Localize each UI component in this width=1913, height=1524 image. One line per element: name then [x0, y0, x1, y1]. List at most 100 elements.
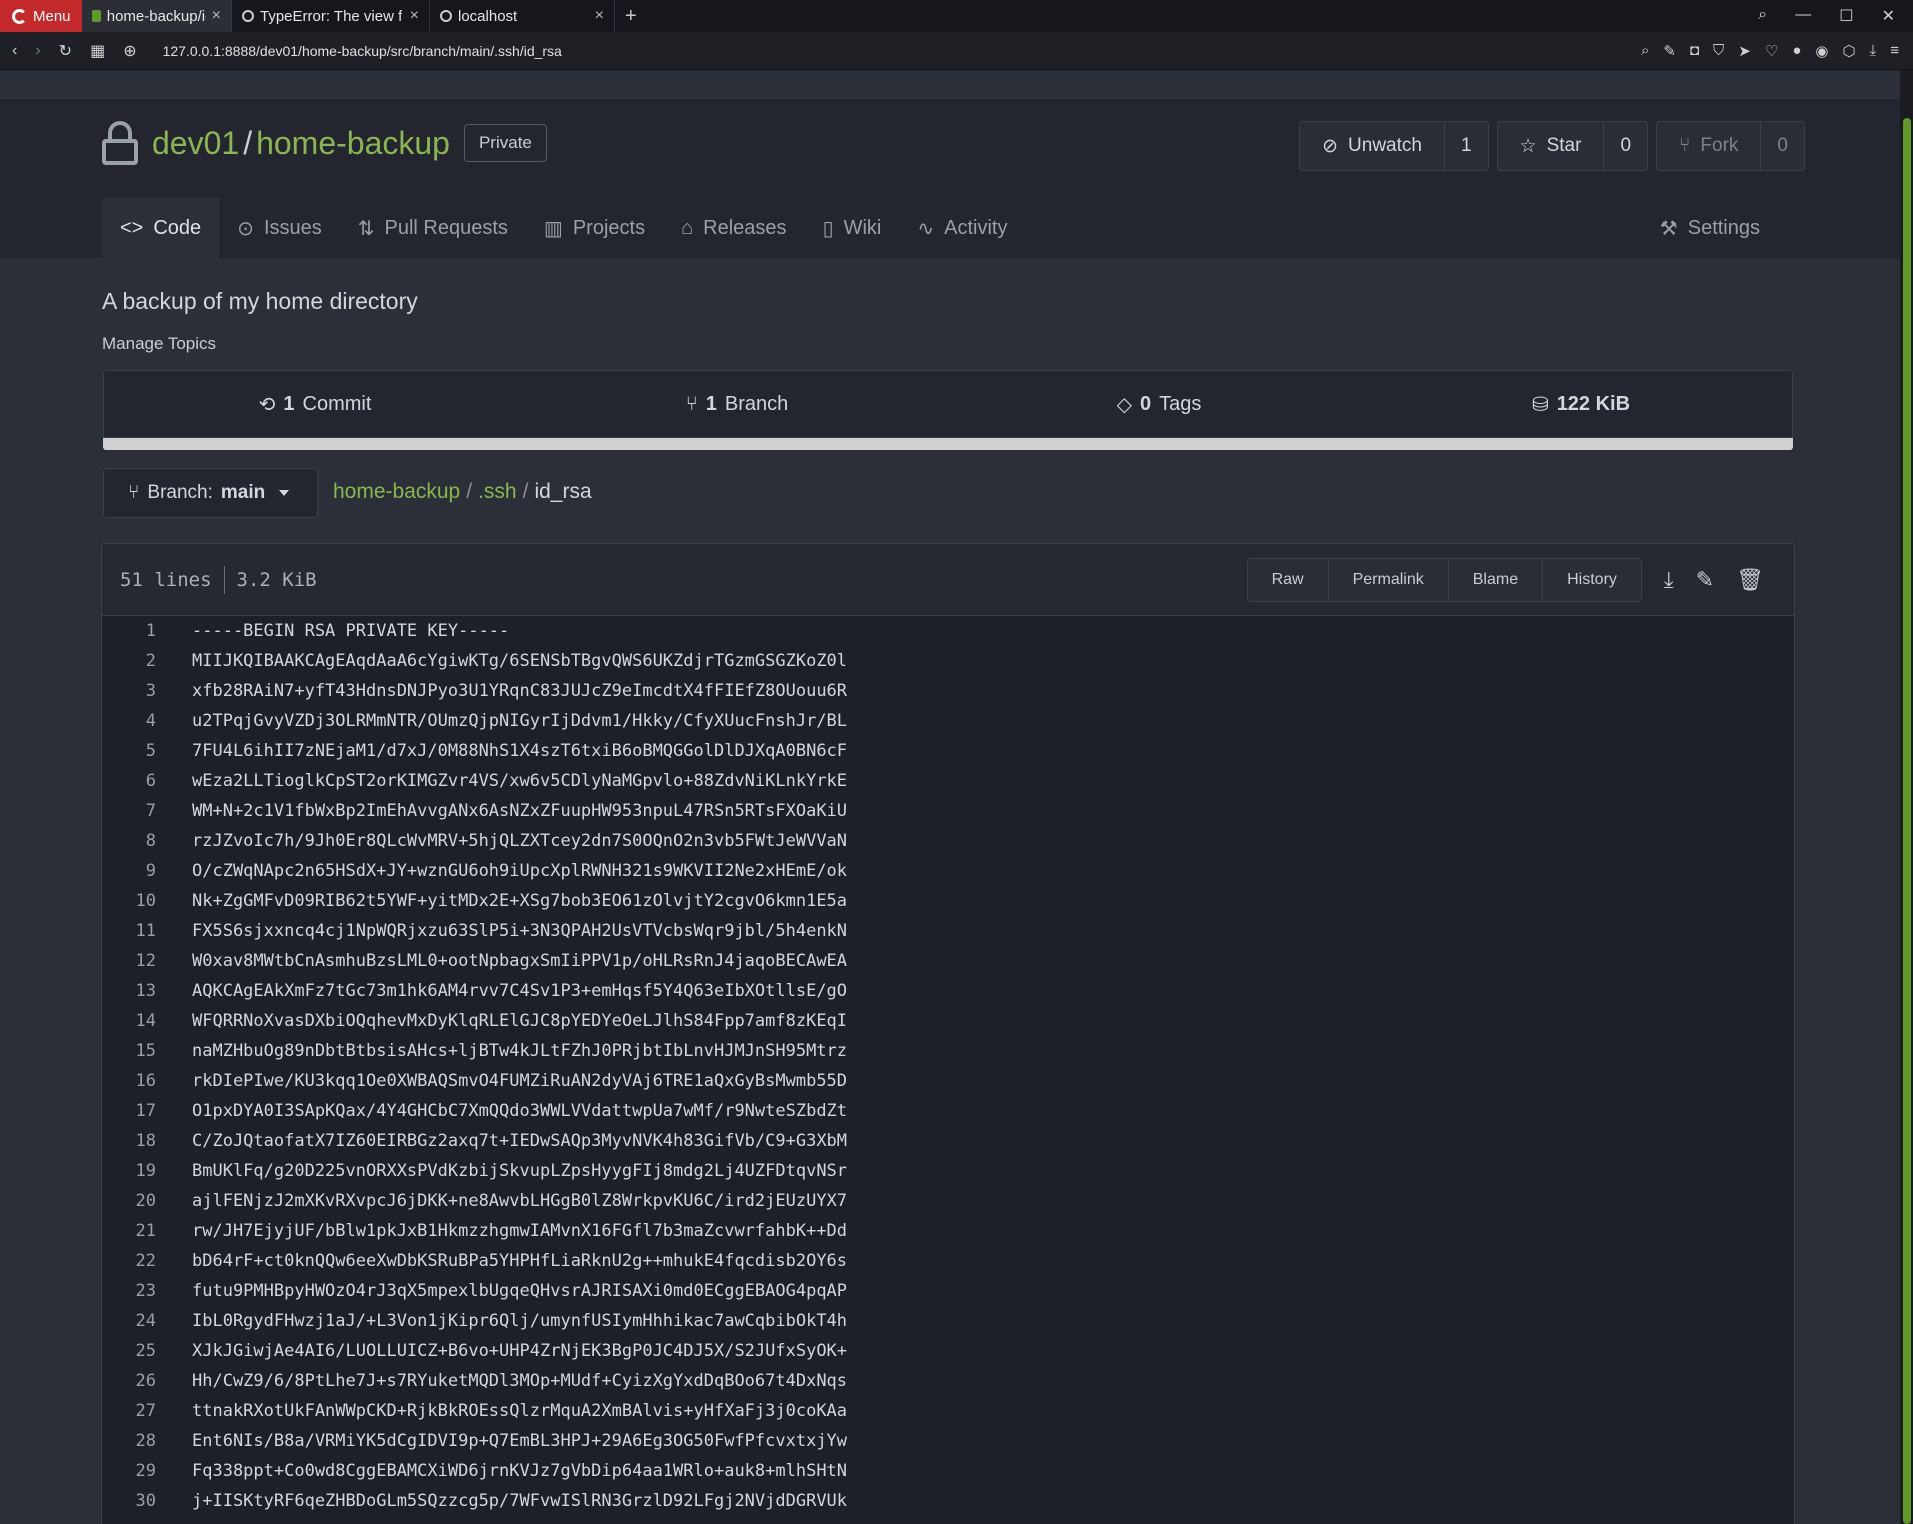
- browser-menu-button[interactable]: Menu: [0, 0, 82, 32]
- star-button[interactable]: ☆ Star: [1498, 122, 1605, 170]
- heart-icon[interactable]: ♡: [1765, 42, 1778, 60]
- line-number[interactable]: 19: [102, 1161, 186, 1181]
- edit-icon[interactable]: ✎: [1663, 42, 1676, 60]
- speed-dial-icon[interactable]: ▦: [90, 41, 105, 61]
- line-number[interactable]: 2: [102, 651, 186, 671]
- line-count: 51 lines: [120, 568, 212, 591]
- line-number[interactable]: 8: [102, 831, 186, 851]
- forward-icon[interactable]: ›: [35, 42, 40, 60]
- close-window-icon[interactable]: ✕: [1882, 6, 1895, 26]
- line-number[interactable]: 14: [102, 1011, 186, 1031]
- url-field[interactable]: 127.0.0.1:8888/dev01/home-backup/src/bra…: [163, 43, 562, 59]
- reload-icon[interactable]: ↻: [59, 41, 72, 61]
- download-icon[interactable]: ⤓: [1664, 567, 1674, 593]
- line-number[interactable]: 6: [102, 771, 186, 791]
- line-number[interactable]: 21: [102, 1221, 186, 1241]
- zoom-icon[interactable]: ⌕: [1641, 42, 1649, 60]
- permalink-button[interactable]: Permalink: [1329, 558, 1449, 601]
- manage-topics-link[interactable]: Manage Topics: [102, 334, 216, 354]
- line-number[interactable]: 18: [102, 1131, 186, 1151]
- line-number[interactable]: 9: [102, 861, 186, 881]
- watchers-count[interactable]: 1: [1445, 122, 1488, 170]
- camera-icon[interactable]: ◘: [1690, 42, 1699, 60]
- tag-icon: ◇: [1116, 393, 1132, 416]
- maximize-icon[interactable]: ☐: [1839, 6, 1853, 26]
- stars-count[interactable]: 0: [1604, 122, 1647, 170]
- repo-owner-link[interactable]: dev01: [152, 125, 239, 161]
- fork-button[interactable]: ⑂ Fork: [1657, 122, 1762, 170]
- breadcrumb-root[interactable]: home-backup: [333, 480, 460, 503]
- line-number[interactable]: 27: [102, 1401, 186, 1421]
- close-tab-icon[interactable]: ×: [595, 7, 604, 25]
- tab-releases[interactable]: ⌂ Releases: [663, 197, 804, 259]
- download-icon[interactable]: ⤓: [1870, 42, 1877, 60]
- raw-button[interactable]: Raw: [1248, 558, 1329, 601]
- pulse-icon: ∿: [917, 217, 935, 240]
- tab-issues[interactable]: ⊙ Issues: [219, 197, 340, 259]
- repo-name-link[interactable]: home-backup: [256, 125, 450, 161]
- line-number[interactable]: 23: [102, 1281, 186, 1301]
- page-scrollbar-thumb[interactable]: [1903, 118, 1911, 1524]
- unwatch-button[interactable]: ⊘ Unwatch: [1300, 122, 1445, 170]
- breadcrumb-dir[interactable]: .ssh: [478, 480, 517, 503]
- line-number[interactable]: 1: [102, 621, 186, 641]
- shield-icon[interactable]: ⛉: [1713, 42, 1724, 60]
- close-tab-icon[interactable]: ×: [212, 7, 221, 25]
- code-icon: <>: [120, 216, 144, 239]
- browser-tab-typeerror[interactable]: TypeError: The view f ×: [232, 0, 430, 32]
- line-number[interactable]: 28: [102, 1431, 186, 1451]
- line-number[interactable]: 10: [102, 891, 186, 911]
- cube-icon[interactable]: ⬡: [1842, 42, 1855, 60]
- tab-wiki[interactable]: ▯ Wiki: [805, 197, 900, 259]
- code-line: 24 IbL0RgydFHwzj1aJ/+L3Von1jKipr6Qlj/umyn…: [102, 1306, 1794, 1336]
- new-tab-button[interactable]: +: [615, 5, 647, 28]
- line-number[interactable]: 22: [102, 1251, 186, 1271]
- line-number[interactable]: 5: [102, 741, 186, 761]
- line-number[interactable]: 17: [102, 1101, 186, 1121]
- line-number[interactable]: 7: [102, 801, 186, 821]
- line-number[interactable]: 25: [102, 1341, 186, 1361]
- menu-lines-icon[interactable]: ≡: [1890, 42, 1899, 60]
- tab-settings[interactable]: ⚒ Settings: [1660, 197, 1760, 259]
- tab-code[interactable]: <> Code: [102, 197, 220, 259]
- pencil-icon[interactable]: ✎: [1696, 567, 1714, 593]
- blame-button[interactable]: Blame: [1449, 558, 1544, 601]
- line-number[interactable]: 15: [102, 1041, 186, 1061]
- line-number[interactable]: 29: [102, 1461, 186, 1481]
- site-info-icon[interactable]: ⊕: [123, 41, 136, 61]
- tab-pull-requests[interactable]: ⇅ Pull Requests: [340, 197, 526, 259]
- branch-dropdown[interactable]: ⑂ Branch: main: [103, 468, 318, 518]
- line-number[interactable]: 4: [102, 711, 186, 731]
- forks-count[interactable]: 0: [1761, 122, 1804, 170]
- line-number[interactable]: 24: [102, 1311, 186, 1331]
- line-number[interactable]: 13: [102, 981, 186, 1001]
- branches-stat[interactable]: ⑂ 1 Branch: [526, 371, 948, 437]
- commits-stat[interactable]: ⟲ 1 Commit: [104, 371, 526, 437]
- back-icon[interactable]: ‹: [12, 42, 17, 60]
- close-tab-icon[interactable]: ×: [410, 7, 419, 25]
- tab-activity[interactable]: ∿ Activity: [899, 197, 1025, 259]
- code-line: 29 Fq338ppt+Co0wd8CggEBAMCXiWD6jrnKVJz7gV…: [102, 1456, 1794, 1486]
- browser-tab-id-rsa[interactable]: home-backup/id_rsa ×: [82, 0, 232, 32]
- line-number[interactable]: 20: [102, 1191, 186, 1211]
- browser-tab-localhost[interactable]: localhost ×: [430, 0, 615, 32]
- extension-icon[interactable]: ●: [1792, 42, 1801, 60]
- tags-stat[interactable]: ◇ 0 Tags: [948, 371, 1370, 437]
- trash-icon[interactable]: 🗑: [1736, 567, 1764, 593]
- minimize-icon[interactable]: —: [1795, 6, 1811, 26]
- tab-projects[interactable]: ▥ Projects: [526, 197, 663, 259]
- line-number[interactable]: 26: [102, 1371, 186, 1391]
- code-line: 3 xfb28RAiN7+yfT43HdnsDNJPyo3U1YRqnC83JUJ…: [102, 676, 1794, 706]
- line-text: -----BEGIN RSA PRIVATE KEY-----: [192, 621, 510, 641]
- code-line: 16 rkDIePIwe/KU3kqq1Oe0XWBAQSmvO4FUMZiRuA…: [102, 1066, 1794, 1096]
- search-tabs-icon[interactable]: ⌕: [1758, 6, 1767, 26]
- line-number[interactable]: 30: [102, 1491, 186, 1511]
- line-number[interactable]: 11: [102, 921, 186, 941]
- branch-icon: ⑂: [128, 482, 140, 503]
- line-number[interactable]: 12: [102, 951, 186, 971]
- line-number[interactable]: 3: [102, 681, 186, 701]
- send-icon[interactable]: ➤: [1738, 42, 1751, 60]
- cookie-icon[interactable]: ◉: [1815, 42, 1828, 60]
- line-number[interactable]: 16: [102, 1071, 186, 1091]
- history-button[interactable]: History: [1543, 559, 1641, 601]
